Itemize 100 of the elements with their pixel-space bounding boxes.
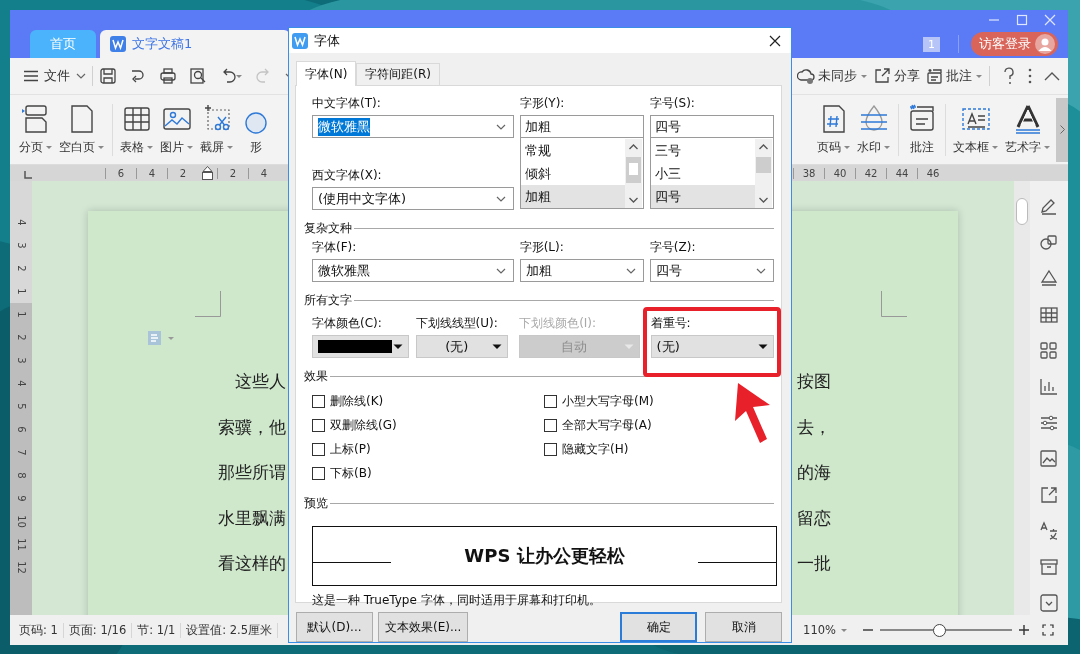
field-label: 着重号: [650, 315, 692, 332]
ruler-number: 46 [917, 167, 948, 179]
archive-icon[interactable] [1039, 557, 1059, 577]
shapes-icon[interactable] [1039, 233, 1059, 253]
login-button[interactable]: 访客登录 [971, 32, 1058, 56]
ribbon-button[interactable]: 分页 [16, 103, 56, 156]
ruler-number: 4 [14, 218, 28, 228]
avatar-icon [1035, 34, 1055, 54]
zoom-dropdown[interactable]: 110% [803, 623, 848, 637]
checkbox[interactable]: 小型大写字母(M) [544, 389, 774, 413]
indent-marker-icon[interactable] [202, 166, 213, 180]
ribbon-button[interactable]: 批注 [903, 103, 941, 156]
checkbox-box[interactable] [312, 466, 325, 480]
list-item[interactable]: 三号 [650, 139, 755, 162]
translate-icon[interactable] [1039, 521, 1059, 541]
ribbon-button[interactable]: 页码 [814, 103, 854, 156]
checkbox-box[interactable] [312, 442, 325, 456]
redo-arrow-icon[interactable] [129, 67, 147, 85]
toolbar-button[interactable]: 批注 [925, 67, 983, 85]
chart-icon[interactable] [1039, 377, 1059, 397]
scrollbar[interactable] [624, 139, 642, 208]
ribbon-button[interactable]: 文本框 [950, 103, 1002, 156]
dropdown[interactable]: (无) [415, 335, 509, 358]
fullscreen-icon[interactable] [1042, 624, 1054, 636]
layers-icon[interactable] [1039, 269, 1059, 289]
dropdown[interactable]: 加粗 [519, 259, 644, 282]
checkbox-box[interactable] [544, 418, 557, 432]
dropdown[interactable]: 微软雅黑 [312, 259, 514, 282]
print-icon[interactable] [159, 67, 177, 85]
checkbox-box[interactable] [312, 394, 325, 408]
status-text: 页码: 1 [14, 622, 64, 638]
text-field[interactable]: 四号 [649, 115, 774, 138]
list-item[interactable]: 四号 [650, 185, 755, 208]
share-icon[interactable] [1039, 485, 1059, 505]
more-icon[interactable] [1028, 68, 1032, 84]
expand-icon[interactable] [1039, 593, 1059, 613]
text-field[interactable]: 加粗 [519, 115, 644, 138]
ruler-number: 5 [14, 402, 28, 412]
toolbar-button[interactable]: 分享 [873, 67, 920, 85]
dialog-button[interactable]: 取消 [705, 612, 782, 642]
checkbox[interactable]: 全部大写字母(A) [544, 413, 774, 437]
table-icon[interactable] [1039, 305, 1059, 325]
sliders-icon[interactable] [1039, 413, 1059, 433]
dialog-tab[interactable]: 字符间距(R) [356, 63, 441, 85]
dropdown[interactable] [312, 335, 409, 358]
dropdown[interactable]: 四号 [649, 259, 774, 282]
image-icon[interactable] [1039, 449, 1059, 469]
close-icon[interactable] [769, 34, 781, 47]
scrollbar[interactable] [1014, 181, 1030, 615]
dialog-button[interactable]: 确定 [620, 612, 697, 642]
ribbon-button[interactable]: 形 [237, 103, 275, 156]
tab-stop-icon[interactable] [24, 171, 32, 179]
dialog-button[interactable]: 默认(D)... [296, 612, 373, 642]
ribbon-button[interactable]: 水印 [854, 103, 894, 156]
ribbon-button[interactable]: 艺术字 [1002, 103, 1054, 156]
font-dropdown[interactable]: 微软雅黑 [312, 115, 514, 138]
document-tab[interactable]: 文字文稿1 [100, 30, 290, 58]
list-item[interactable]: 小三 [650, 162, 755, 185]
field-label: 中文字体(T): [312, 95, 382, 112]
help-icon[interactable] [1002, 67, 1016, 85]
checkbox[interactable]: 双删除线(G) [312, 413, 544, 437]
dialog-button[interactable]: 文本效果(E)... [378, 612, 469, 642]
toolbar-button[interactable]: 未同步 [797, 67, 868, 85]
checkbox-box[interactable] [544, 394, 557, 408]
checkbox[interactable]: 上标(P) [312, 437, 544, 461]
list-item[interactable]: 常规 [520, 139, 625, 162]
slider-thumb[interactable] [933, 623, 947, 637]
listbox[interactable]: 三号 小三 四号 [649, 138, 774, 209]
status-text: 页面: 1/16 [63, 622, 133, 638]
pen-icon[interactable] [1039, 197, 1059, 217]
ribbon-button[interactable]: 图片 [157, 103, 197, 156]
ruler-number: 10 [14, 514, 28, 530]
ruler-number: 1 [14, 310, 28, 320]
zoom-in-icon[interactable] [1018, 624, 1030, 636]
font-dropdown[interactable]: (使用中文字体) [312, 187, 514, 210]
print-preview-icon[interactable] [189, 67, 207, 85]
checkbox[interactable]: 下标(B) [312, 461, 544, 485]
dialog-tab[interactable]: 字体(N) [296, 61, 357, 86]
body-text: 这些人 [234, 370, 286, 393]
list-item[interactable]: 倾斜 [520, 162, 625, 185]
checkbox-box[interactable] [544, 442, 557, 456]
field-label: 字形(L): [519, 239, 565, 256]
checkbox-box[interactable] [312, 418, 325, 432]
listbox[interactable]: 常规 倾斜 加粗 [519, 138, 644, 209]
checkbox[interactable]: 删除线(K) [312, 389, 544, 413]
scrollbar[interactable] [755, 139, 772, 208]
list-item[interactable]: 加粗 [520, 185, 625, 208]
collapse-icon[interactable] [1044, 71, 1060, 81]
checkbox[interactable]: 隐藏文字(H) [544, 437, 774, 461]
save-icon[interactable] [99, 67, 117, 85]
scroll-thumb[interactable] [1016, 198, 1028, 225]
field-label: 字号(Z): [649, 239, 697, 256]
caret-icon [758, 343, 768, 350]
ribbon-button[interactable]: 表格 [117, 103, 157, 156]
file-menu[interactable]: 文件 [24, 67, 86, 85]
ribbon-button[interactable]: 空白页 [56, 103, 108, 156]
grid-icon[interactable] [1039, 341, 1059, 361]
ribbon-button[interactable]: 截屏 [197, 103, 237, 156]
dropdown[interactable]: (无) [650, 335, 774, 358]
maximize-icon[interactable] [1016, 14, 1028, 26]
